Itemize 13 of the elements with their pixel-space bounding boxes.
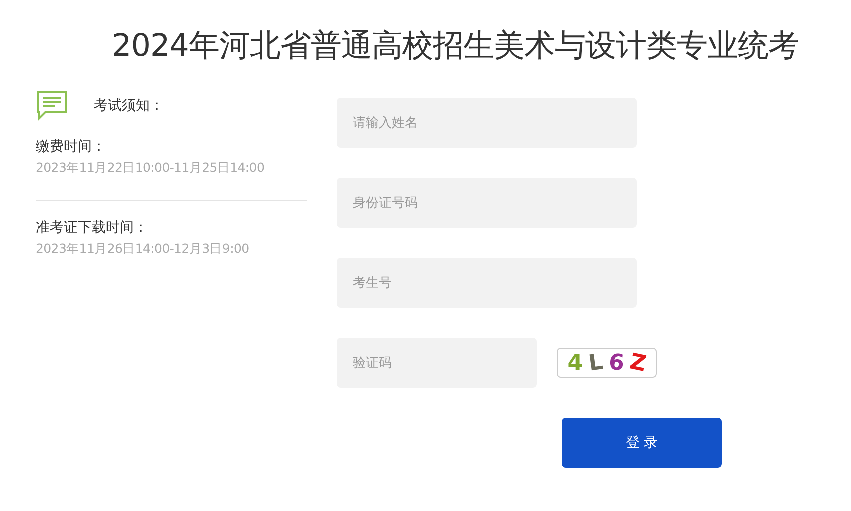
input-field[interactable]: 身份证号码 [337,178,637,228]
captcha-image[interactable]: 4L6Z [557,348,657,378]
message-icon [36,90,68,122]
notice-label: 准考证下载时间： [36,219,149,238]
notice-label: 缴费时间： [36,138,107,157]
notice-heading: 考试须知： [94,97,164,115]
notice-date: 2023年11月26日14:00-12月3日9:00 [36,240,250,258]
captcha-field[interactable]: 验证码 [337,338,537,388]
notice-date: 2023年11月22日10:00-11月25日14:00 [36,159,266,177]
login-button[interactable]: 登 录 [562,418,722,468]
input-field[interactable]: 请输入姓名 [337,98,637,148]
input-field[interactable]: 考生号 [337,258,637,308]
page-title: 2024年河北省普通高校招生美术与设计类专业统考 [111,27,800,66]
